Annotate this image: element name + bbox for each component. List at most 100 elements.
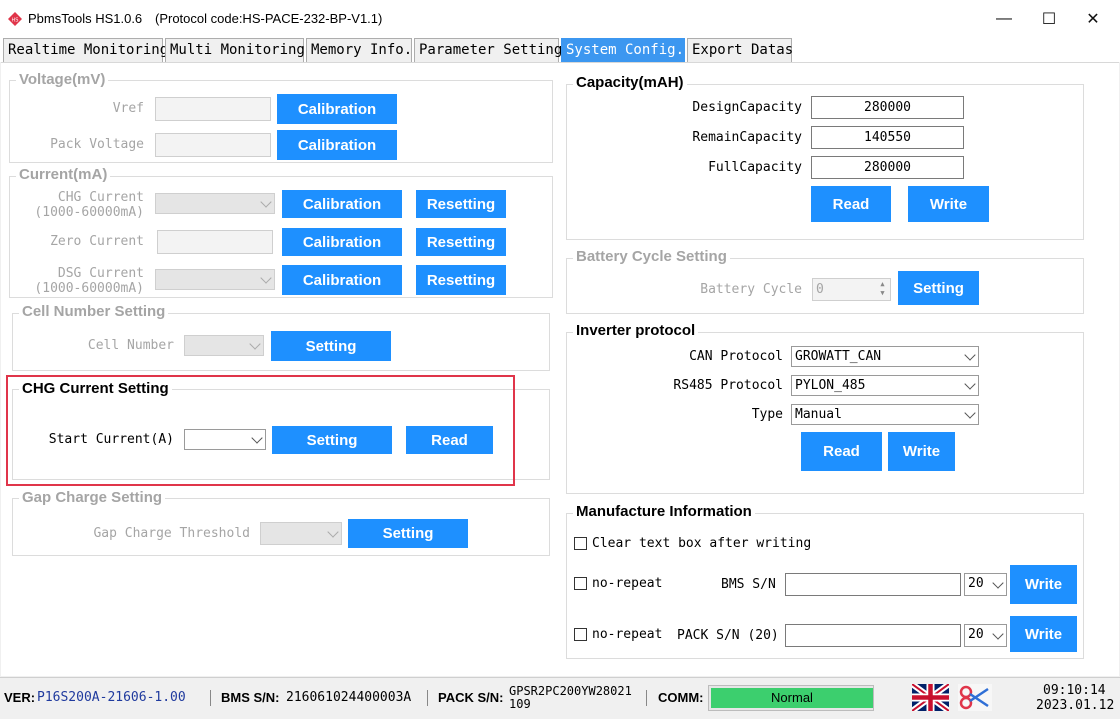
inverter-protocol-title: Inverter protocol <box>573 322 699 339</box>
chevron-down-icon <box>964 377 976 390</box>
pack-no-repeat-checkbox[interactable] <box>574 628 587 641</box>
tab-memory-info[interactable]: Memory Info. <box>306 38 412 62</box>
inverter-write-button[interactable]: Write <box>888 432 955 471</box>
voltage-title: Voltage(mV) <box>16 71 109 88</box>
bms-sn-write-button[interactable]: Write <box>1010 565 1077 604</box>
dsg-current-select[interactable] <box>155 269 275 290</box>
pack-sn-label: PACK S/N (20) <box>677 628 779 643</box>
can-protocol-label: CAN Protocol <box>689 349 783 364</box>
pack-sn-status-value-line1: GPSR2PC200YW28021 <box>509 684 632 698</box>
zero-current-resetting-button[interactable]: Resetting <box>416 228 506 256</box>
status-separator <box>210 690 211 706</box>
scissors-icon[interactable] <box>958 684 992 711</box>
tab-realtime-monitoring[interactable]: Realtime Monitoring <box>3 38 168 62</box>
bms-sn-length-value: 20 <box>968 576 984 591</box>
cell-number-setting-button[interactable]: Setting <box>271 331 391 361</box>
design-capacity-label: DesignCapacity <box>692 100 802 115</box>
manufacture-info-title: Manufacture Information <box>573 503 755 520</box>
maximize-button[interactable]: ☐ <box>1026 0 1072 38</box>
vref-label: Vref <box>112 101 144 116</box>
battery-cycle-setting-button[interactable]: Setting <box>898 271 979 305</box>
zero-current-label: Zero Current <box>50 234 144 249</box>
ver-label: VER: <box>4 690 36 705</box>
chevron-down-icon <box>260 195 272 208</box>
bms-no-repeat-label: no-repeat <box>592 576 663 591</box>
type-label: Type <box>751 407 783 422</box>
remain-capacity-input[interactable]: 140550 <box>811 126 964 149</box>
pack-sn-length-value: 20 <box>968 627 984 642</box>
zero-current-input[interactable] <box>157 230 273 254</box>
full-capacity-input[interactable]: 280000 <box>811 156 964 179</box>
gap-charge-setting-button[interactable]: Setting <box>348 519 468 548</box>
minimize-button[interactable]: — <box>981 0 1027 38</box>
chevron-down-icon <box>992 627 1004 640</box>
chg-current-calibration-button[interactable]: Calibration <box>282 190 402 218</box>
tab-parameter-setting[interactable]: Parameter Setting <box>414 38 562 62</box>
bms-no-repeat-checkbox[interactable] <box>574 577 587 590</box>
dsg-current-label: DSG Current <box>57 266 144 281</box>
chg-current-label: CHG Current <box>57 190 144 205</box>
can-protocol-select[interactable]: GROWATT_CAN <box>791 346 979 367</box>
pack-sn-length-select[interactable]: 20 <box>964 624 1007 647</box>
chg-current-select[interactable] <box>155 193 275 214</box>
comm-status-bar: Normal <box>708 685 874 711</box>
tab-system-config[interactable]: System Config. <box>561 38 685 62</box>
pack-voltage-calibration-button[interactable]: Calibration <box>277 130 397 160</box>
bms-sn-status-value: 216061024400003A <box>286 690 412 705</box>
spinner-arrows-icon[interactable]: ▲ ▼ <box>876 280 889 299</box>
dsg-current-calibration-button[interactable]: Calibration <box>282 265 402 295</box>
gap-charge-title: Gap Charge Setting <box>19 489 166 506</box>
highlight-box <box>6 375 515 486</box>
pack-voltage-input[interactable] <box>155 133 271 157</box>
capacity-write-button[interactable]: Write <box>908 186 989 222</box>
dsg-current-resetting-button[interactable]: Resetting <box>416 265 506 295</box>
chevron-down-icon <box>260 271 272 284</box>
capacity-read-button[interactable]: Read <box>811 186 891 222</box>
chevron-down-icon <box>992 576 1004 589</box>
svg-text:HS: HS <box>12 18 19 24</box>
bms-sn-length-select[interactable]: 20 <box>964 573 1007 596</box>
pack-sn-status-label: PACK S/N: <box>438 690 504 705</box>
status-separator <box>427 690 428 706</box>
pack-sn-write-button[interactable]: Write <box>1010 616 1077 652</box>
vref-calibration-button[interactable]: Calibration <box>277 94 397 124</box>
rs485-protocol-select[interactable]: PYLON_485 <box>791 375 979 396</box>
status-date: 2023.01.12 <box>1036 698 1115 713</box>
battery-cycle-label: Battery Cycle <box>700 282 802 297</box>
app-logo-icon: HS <box>8 12 22 26</box>
current-title: Current(mA) <box>16 166 111 183</box>
cell-number-select[interactable] <box>184 335 264 356</box>
design-capacity-input[interactable]: 280000 <box>811 96 964 119</box>
close-button[interactable]: ✕ <box>1070 0 1116 38</box>
chg-current-range-label: (1000-60000mA) <box>34 205 144 220</box>
english-flag-icon[interactable] <box>910 681 951 714</box>
gap-charge-label: Gap Charge Threshold <box>93 526 250 541</box>
tab-multi-monitoring[interactable]: Multi Monitoring <box>165 38 305 62</box>
inverter-read-button[interactable]: Read <box>801 432 882 471</box>
chevron-down-icon <box>964 348 976 361</box>
capacity-title: Capacity(mAH) <box>573 74 687 91</box>
app-title: PbmsTools HS1.0.6 <box>28 11 143 26</box>
comm-status-text: Normal <box>771 690 813 705</box>
bms-sn-input[interactable] <box>785 573 961 596</box>
chg-current-resetting-button[interactable]: Resetting <box>416 190 506 218</box>
pack-no-repeat-label: no-repeat <box>592 627 663 642</box>
cell-number-title: Cell Number Setting <box>19 303 169 320</box>
chevron-down-icon <box>327 525 339 538</box>
clear-after-write-checkbox[interactable] <box>574 537 587 550</box>
gap-charge-select[interactable] <box>260 522 342 545</box>
clear-after-write-label: Clear text box after writing <box>592 536 812 551</box>
vref-input[interactable] <box>155 97 271 121</box>
dsg-current-range-label: (1000-60000mA) <box>34 281 144 296</box>
type-select[interactable]: Manual <box>791 404 979 425</box>
tab-export-datas[interactable]: Export Datas <box>687 38 793 62</box>
zero-current-calibration-button[interactable]: Calibration <box>282 228 402 256</box>
pack-voltage-label: Pack Voltage <box>50 137 144 152</box>
pack-sn-input[interactable] <box>785 624 961 647</box>
type-value: Manual <box>795 407 842 422</box>
chevron-down-icon <box>249 337 261 350</box>
status-time: 09:10:14 <box>1043 683 1106 698</box>
bms-sn-status-label: BMS S/N: <box>221 690 280 705</box>
battery-cycle-title: Battery Cycle Setting <box>573 248 730 265</box>
pack-sn-status-value-line2: 109 <box>509 697 531 711</box>
